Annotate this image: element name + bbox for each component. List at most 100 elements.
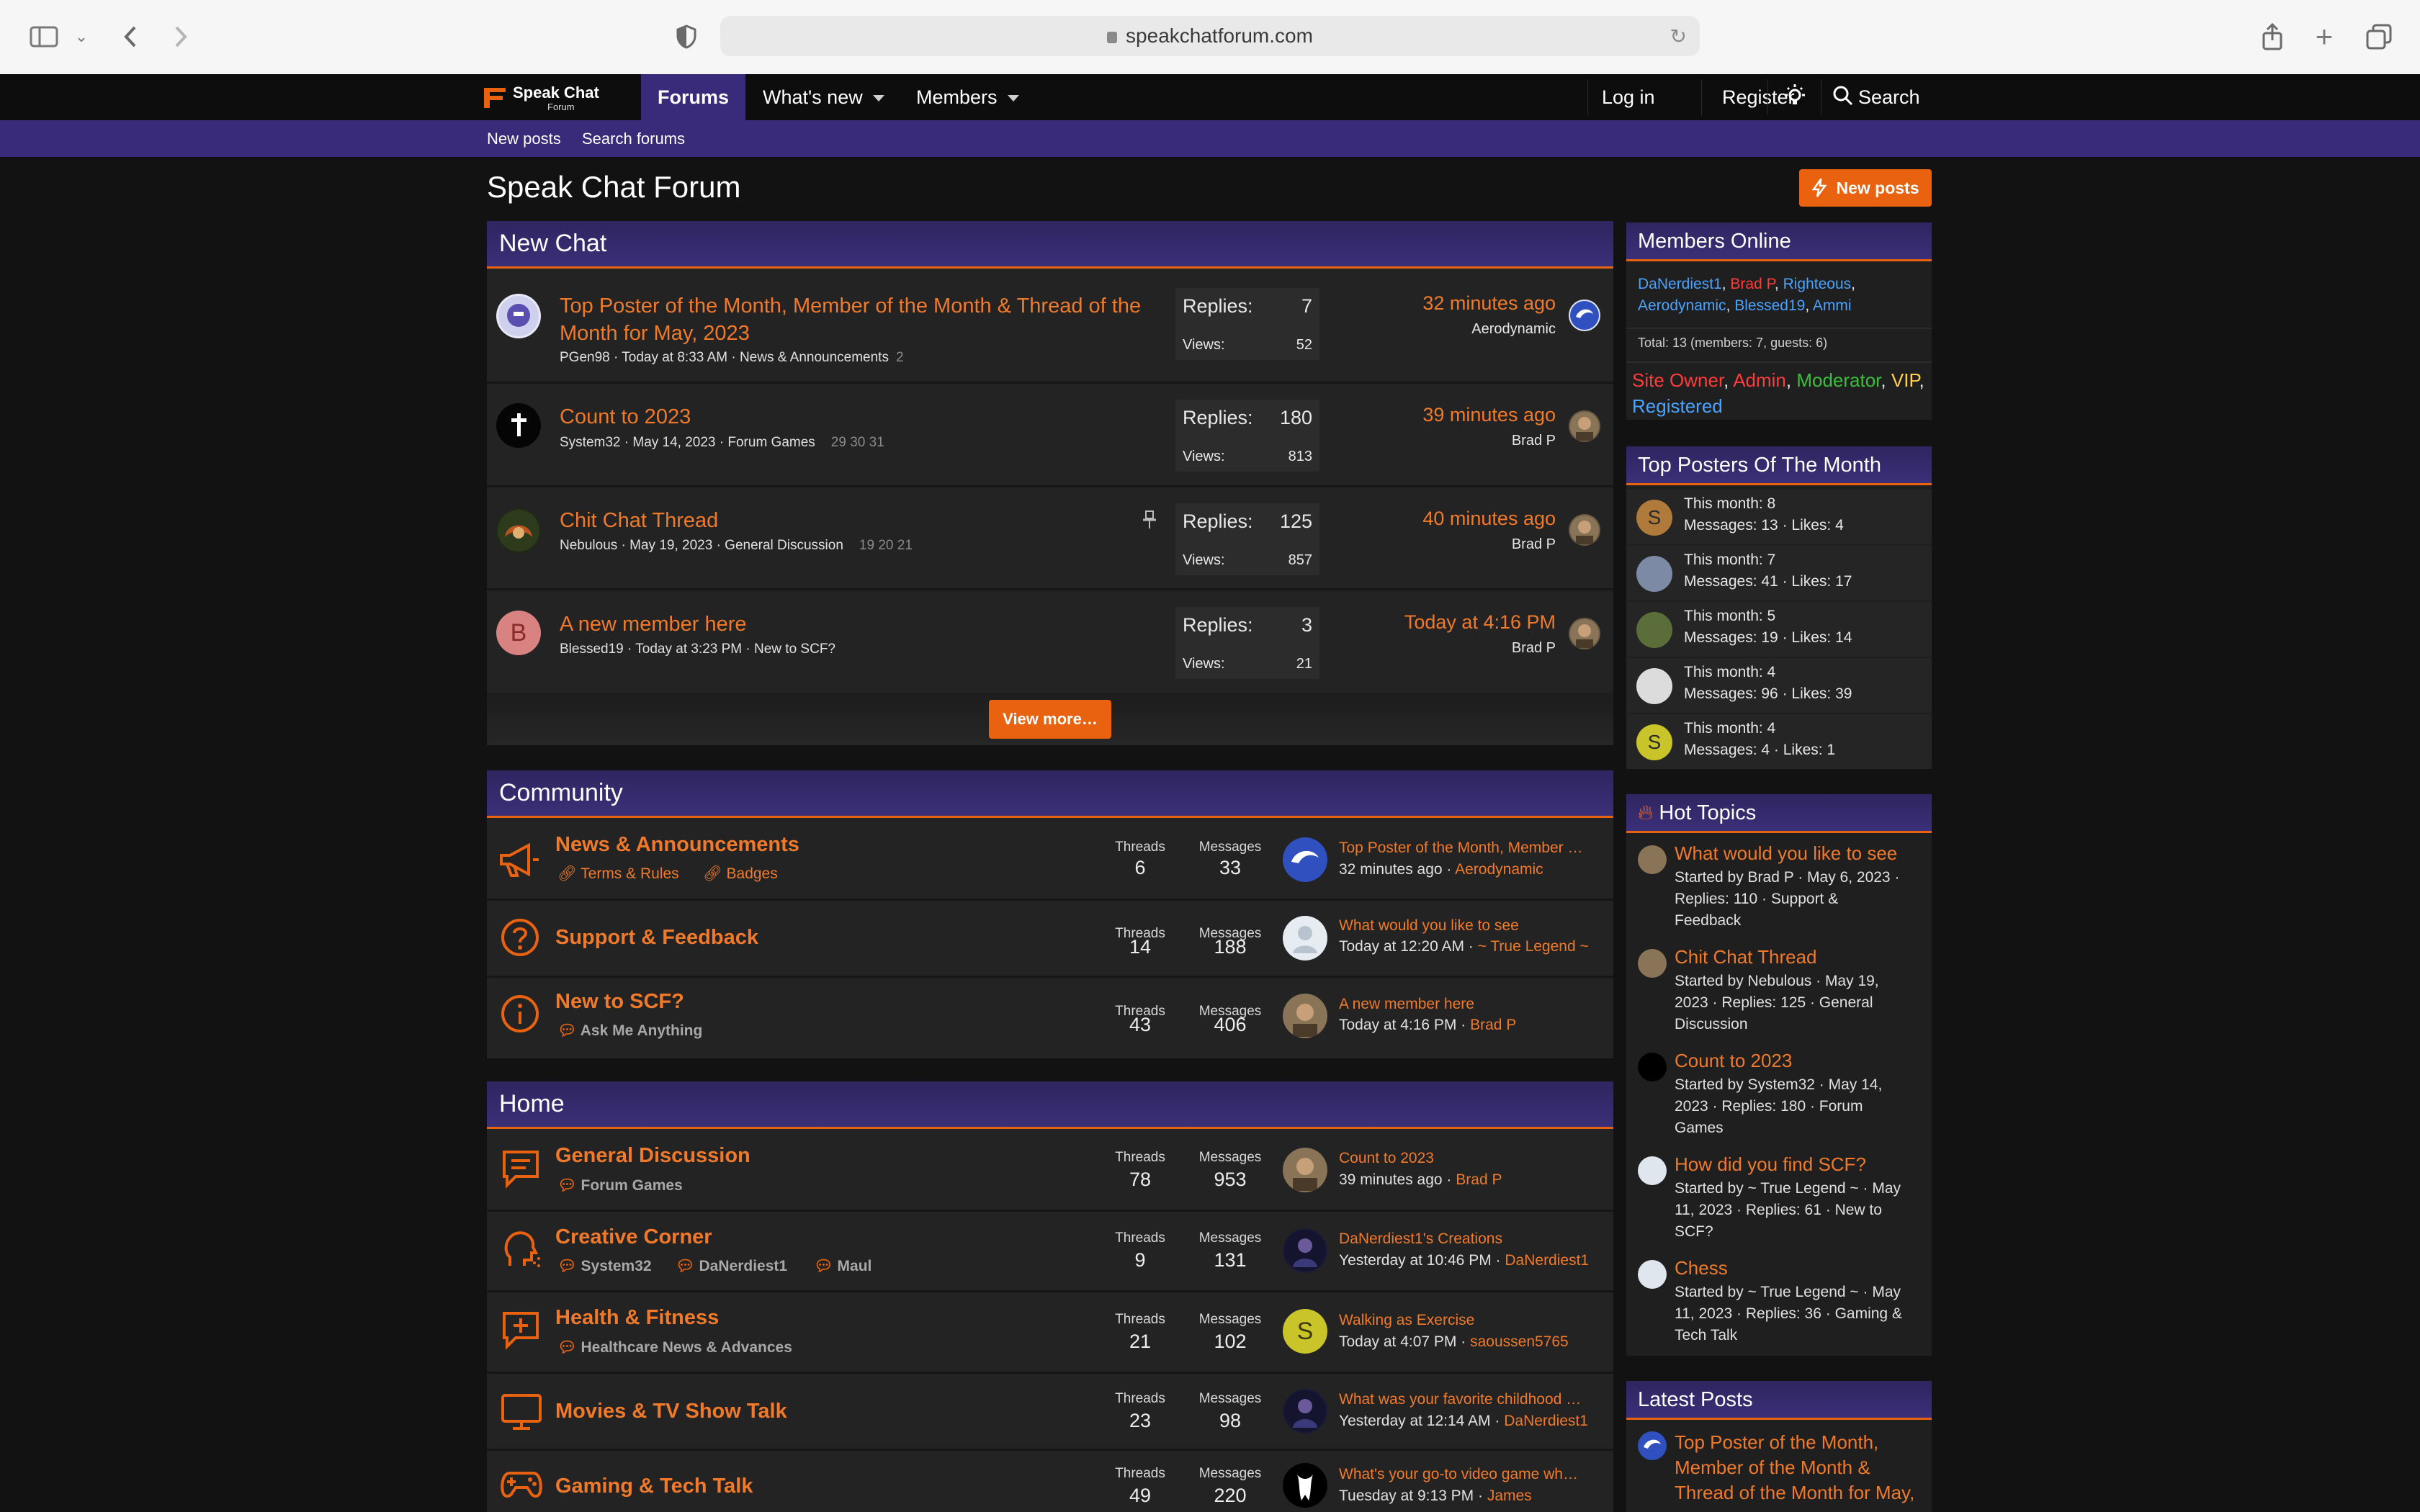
avatar[interactable] — [1283, 916, 1327, 960]
tab-forums[interactable]: Forums — [641, 74, 745, 120]
latest-post-link[interactable]: DaNerdiest1's Creations — [1339, 1230, 1602, 1248]
avatar[interactable] — [1283, 837, 1327, 882]
latest-post-link[interactable]: Top Poster of the Month, Member … — [1339, 840, 1602, 857]
new-posts-button[interactable]: New posts — [1799, 169, 1932, 207]
subforum-link[interactable]: 💬︎ Ask Me Anything — [557, 1022, 702, 1040]
avatar[interactable]: S — [1636, 724, 1672, 760]
online-member-link[interactable]: Brad P — [1730, 276, 1775, 292]
avatar[interactable]: S — [1636, 500, 1672, 536]
privacy-shield-icon[interactable] — [668, 19, 704, 55]
latest-post-user[interactable]: saoussen5765 — [1470, 1333, 1569, 1350]
avatar[interactable] — [1569, 514, 1600, 546]
avatar[interactable] — [1636, 612, 1672, 648]
avatar[interactable] — [1283, 1228, 1327, 1273]
top-poster-row[interactable]: This month: 5 Messages: 19 · Likes: 14 — [1626, 602, 1932, 657]
online-member-link[interactable]: Blessed19 — [1734, 297, 1805, 314]
hot-topic-link[interactable]: What would you like to see — [1675, 842, 1897, 865]
avatar[interactable] — [496, 508, 541, 553]
avatar[interactable] — [496, 294, 541, 338]
site-logo[interactable]: Speak Chat Forum — [481, 82, 625, 114]
latest-post-link[interactable]: Count to 2023 — [1339, 1150, 1602, 1167]
top-poster-row[interactable]: This month: 7 Messages: 41 · Likes: 17 — [1626, 546, 1932, 600]
avatar[interactable] — [1638, 1156, 1667, 1185]
latest-post-link[interactable]: What's your go-to video game wh… — [1339, 1466, 1602, 1483]
back-icon[interactable] — [112, 19, 148, 55]
avatar[interactable] — [1569, 618, 1600, 649]
last-post-time[interactable]: 40 minutes ago — [1422, 508, 1556, 530]
subforum-link[interactable]: 💬︎ Healthcare News & Advances — [557, 1339, 792, 1356]
view-more-button[interactable]: View more… — [989, 700, 1111, 739]
chevron-down-icon[interactable]: ⌄ — [63, 19, 99, 55]
forum-title-link[interactable]: Health & Fitness — [555, 1306, 719, 1330]
theme-toggle-icon[interactable] — [1782, 84, 1808, 113]
hot-topic-link[interactable]: Chess — [1675, 1257, 1728, 1279]
page-links[interactable]: 29 30 31 — [831, 435, 884, 450]
login-link[interactable]: Log in — [1602, 74, 1655, 120]
search-icon[interactable] — [1832, 85, 1854, 110]
avatar[interactable] — [1283, 1389, 1327, 1434]
avatar[interactable] — [1638, 845, 1667, 874]
last-post-time[interactable]: 32 minutes ago — [1422, 292, 1556, 315]
tab-members[interactable]: Members — [916, 74, 1019, 120]
avatar[interactable] — [1636, 668, 1672, 704]
online-member-link[interactable]: Ammi — [1813, 297, 1852, 314]
latest-post-user[interactable]: Aerodynamic — [1455, 861, 1543, 878]
hot-topic-link[interactable]: How did you find SCF? — [1675, 1153, 1866, 1176]
avatar[interactable] — [1636, 556, 1672, 592]
tab-overview-icon[interactable] — [2361, 19, 2397, 55]
subforum-link[interactable]: 🔗︎ Terms & Rules — [557, 865, 679, 883]
latest-post-user[interactable]: DaNerdiest1 — [1504, 1413, 1588, 1429]
latest-post-link[interactable]: What was your favorite childhood … — [1339, 1391, 1602, 1408]
forum-title-link[interactable]: New to SCF? — [555, 990, 684, 1014]
last-post-time[interactable]: 39 minutes ago — [1422, 404, 1556, 426]
sidebar-toggle-icon[interactable] — [26, 19, 62, 55]
forward-icon[interactable] — [163, 19, 199, 55]
thread-title-link[interactable]: Chit Chat Thread — [560, 507, 718, 534]
last-post-user[interactable]: Brad P — [1512, 433, 1556, 449]
subforum-link[interactable]: 💬︎ System32 — [557, 1258, 652, 1275]
subnav-search-forums[interactable]: Search forums — [582, 120, 685, 157]
online-member-link[interactable]: DaNerdiest1 — [1638, 276, 1722, 292]
avatar[interactable] — [496, 403, 541, 448]
avatar[interactable] — [1638, 1260, 1667, 1289]
hot-topic-link[interactable]: Chit Chat Thread — [1675, 946, 1817, 968]
forum-title-link[interactable]: General Discussion — [555, 1144, 750, 1168]
forum-title-link[interactable]: Gaming & Tech Talk — [555, 1475, 753, 1498]
latest-post-link[interactable]: What would you like to see — [1339, 917, 1602, 935]
latest-post-user[interactable]: DaNerdiest1 — [1505, 1252, 1589, 1269]
latest-post-link[interactable]: Walking as Exercise — [1339, 1312, 1602, 1329]
online-member-link[interactable]: Aerodynamic — [1638, 297, 1726, 314]
forum-title-link[interactable]: Creative Corner — [555, 1225, 712, 1249]
latest-post-user[interactable]: Brad P — [1470, 1017, 1516, 1033]
thread-title-link[interactable]: Count to 2023 — [560, 403, 691, 431]
reload-icon[interactable]: ↻ — [1670, 24, 1687, 48]
last-post-user[interactable]: Brad P — [1512, 536, 1556, 553]
top-poster-row[interactable]: This month: 4 Messages: 96 · Likes: 39 — [1626, 658, 1932, 713]
subforum-link[interactable]: 💬︎ DaNerdiest1 — [676, 1258, 787, 1275]
forum-title-link[interactable]: Support & Feedback — [555, 926, 758, 950]
online-member-link[interactable]: Righteous — [1783, 276, 1852, 292]
top-poster-row[interactable]: S This month: 8 Messages: 13 · Likes: 4 — [1626, 490, 1932, 544]
avatar[interactable] — [1569, 300, 1600, 331]
last-post-time[interactable]: Today at 4:16 PM — [1404, 611, 1556, 634]
last-post-user[interactable]: Aerodynamic — [1471, 321, 1556, 338]
avatar[interactable]: B — [496, 611, 541, 655]
latest-post-user[interactable]: ~ True Legend ~ — [1478, 938, 1589, 955]
tab-whats-new[interactable]: What's new — [763, 74, 884, 120]
latest-post-link[interactable]: A new member here — [1339, 996, 1602, 1013]
avatar[interactable] — [1283, 994, 1327, 1038]
subforum-link[interactable]: 💬︎ Maul — [814, 1258, 871, 1275]
hot-topic-link[interactable]: Count to 2023 — [1675, 1050, 1792, 1072]
avatar[interactable]: S — [1283, 1309, 1327, 1354]
subnav-new-posts[interactable]: New posts — [487, 120, 561, 157]
forum-title-link[interactable]: News & Announcements — [555, 833, 799, 857]
share-icon[interactable] — [2254, 19, 2290, 55]
address-bar[interactable]: speakchatforum.com ↻ — [720, 16, 1700, 56]
forum-title-link[interactable]: Movies & TV Show Talk — [555, 1400, 787, 1423]
avatar[interactable] — [1283, 1463, 1327, 1508]
thread-title-link[interactable]: A new member here — [560, 611, 747, 638]
latest-post-link[interactable]: Top Poster of the Month, Member of the M… — [1675, 1430, 1927, 1506]
page-links[interactable]: 2 — [896, 350, 904, 365]
top-poster-row[interactable]: S This month: 4 Messages: 4 · Likes: 1 — [1626, 714, 1932, 769]
subforum-link[interactable]: 🔗︎ Badges — [703, 865, 778, 883]
